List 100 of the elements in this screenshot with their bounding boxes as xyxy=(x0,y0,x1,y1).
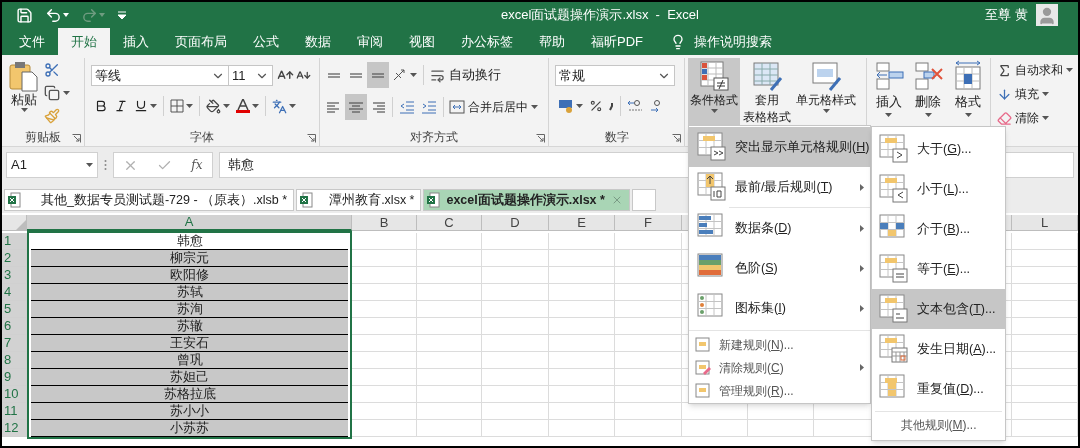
table-cell[interactable] xyxy=(1012,318,1078,335)
table-cell[interactable] xyxy=(682,420,748,437)
table-cell[interactable] xyxy=(615,250,682,267)
table-cell[interactable] xyxy=(417,250,482,267)
table-cell[interactable] xyxy=(352,335,417,352)
table-cell[interactable] xyxy=(549,352,615,369)
table-cell[interactable] xyxy=(615,267,682,284)
table-cell[interactable] xyxy=(417,301,482,318)
cells-button[interactable]: 插入 xyxy=(872,58,905,117)
column-header[interactable]: A xyxy=(27,215,352,231)
table-cell[interactable] xyxy=(352,250,417,267)
table-cell[interactable] xyxy=(482,352,549,369)
row-header[interactable]: 8 xyxy=(2,352,27,369)
table-cell[interactable] xyxy=(352,318,417,335)
menu-item[interactable]: 清除规则(C) xyxy=(689,356,870,379)
table-cell[interactable] xyxy=(417,335,482,352)
table-cell[interactable] xyxy=(482,369,549,386)
ribbon-tab[interactable]: 页面布局 xyxy=(162,28,240,55)
table-cell[interactable] xyxy=(482,301,549,318)
table-cell[interactable] xyxy=(615,233,682,250)
editing-button[interactable]: 填充 xyxy=(997,83,1049,105)
menu-item[interactable]: 发生日期(A)... xyxy=(872,329,1005,369)
merge-center-button[interactable]: 合并后居中 xyxy=(447,95,540,119)
table-cell[interactable] xyxy=(549,318,615,335)
horizontal-align-button[interactable] xyxy=(345,94,367,120)
table-cell[interactable] xyxy=(549,301,615,318)
workbook-tab[interactable]: 潭州教育.xlsx * xyxy=(296,189,422,211)
table-cell[interactable] xyxy=(549,267,615,284)
table-cell[interactable]: 欧阳修 xyxy=(31,267,348,284)
table-cell[interactable] xyxy=(615,352,682,369)
table-cell[interactable] xyxy=(549,233,615,250)
table-cell[interactable] xyxy=(549,250,615,267)
dialog-launcher-icon[interactable] xyxy=(72,134,81,143)
table-cell[interactable] xyxy=(615,369,682,386)
workbook-tab[interactable]: excel面试题操作演示.xlsx * xyxy=(423,189,630,211)
menu-item[interactable]: 管理规则(R)... xyxy=(689,379,870,402)
drag-handle-icon[interactable] xyxy=(104,159,107,171)
table-cell[interactable] xyxy=(549,420,615,437)
format-painter-icon[interactable] xyxy=(44,108,60,125)
ribbon-tab[interactable]: 办公标签 xyxy=(448,28,526,55)
menu-item[interactable]: 数据条(D) xyxy=(689,208,870,248)
column-header[interactable]: C xyxy=(417,215,482,231)
avatar[interactable] xyxy=(1036,4,1058,26)
dialog-launcher-icon[interactable] xyxy=(672,134,681,143)
menu-item[interactable]: 图标集(I) xyxy=(689,288,870,328)
dialog-launcher-icon[interactable] xyxy=(307,134,316,143)
row-header[interactable]: 5 xyxy=(2,301,27,318)
table-cell[interactable] xyxy=(1012,267,1078,284)
table-cell[interactable]: 曾巩 xyxy=(31,352,348,369)
menu-item[interactable]: 其他规则(M)... xyxy=(872,412,1005,438)
ribbon-tab[interactable]: 视图 xyxy=(396,28,448,55)
table-cell[interactable] xyxy=(482,335,549,352)
table-cell[interactable] xyxy=(482,233,549,250)
table-cell[interactable] xyxy=(482,403,549,420)
table-cell[interactable] xyxy=(1012,369,1078,386)
table-cell[interactable] xyxy=(352,386,417,403)
table-cell[interactable] xyxy=(417,403,482,420)
table-cell[interactable] xyxy=(482,267,549,284)
table-cell[interactable] xyxy=(482,284,549,301)
table-cell[interactable]: 苏格拉底 xyxy=(31,386,348,403)
table-cell[interactable]: 苏辙 xyxy=(31,318,348,335)
menu-item[interactable]: 突出显示单元格规则(H) xyxy=(689,127,870,167)
table-cell[interactable] xyxy=(615,403,682,420)
ribbon-tab[interactable]: 数据 xyxy=(292,28,344,55)
dialog-launcher-icon[interactable] xyxy=(536,134,545,143)
table-cell[interactable] xyxy=(482,386,549,403)
table-cell[interactable] xyxy=(482,250,549,267)
table-cell[interactable] xyxy=(352,352,417,369)
table-cell[interactable] xyxy=(352,267,417,284)
table-cell[interactable]: 小苏苏 xyxy=(31,420,348,437)
row-header[interactable]: 7 xyxy=(2,335,27,352)
table-cell[interactable] xyxy=(417,318,482,335)
cells-button[interactable]: 格式 xyxy=(952,58,985,117)
table-cell[interactable] xyxy=(417,233,482,250)
table-cell[interactable] xyxy=(549,369,615,386)
row-header[interactable]: 9 xyxy=(2,369,27,386)
row-header[interactable]: 12 xyxy=(2,420,27,437)
row-header[interactable]: 6 xyxy=(2,318,27,335)
table-cell[interactable] xyxy=(1012,403,1078,420)
table-cell[interactable] xyxy=(352,403,417,420)
ribbon-tab[interactable]: 插入 xyxy=(110,28,162,55)
column-header[interactable]: D xyxy=(482,215,549,231)
search-hint[interactable]: 操作说明搜索 xyxy=(694,31,772,52)
table-cell[interactable] xyxy=(549,335,615,352)
editing-button[interactable]: 清除 xyxy=(997,107,1049,129)
column-header[interactable]: E xyxy=(549,215,615,231)
table-cell[interactable] xyxy=(549,403,615,420)
ribbon-tab[interactable]: 审阅 xyxy=(344,28,396,55)
row-header[interactable]: 10 xyxy=(2,386,27,403)
table-cell[interactable] xyxy=(1012,352,1078,369)
workbook-tab[interactable]: 其他_数据专员测试题-729 - （原表）.xlsb * xyxy=(4,189,295,211)
cells-button[interactable]: 删除 xyxy=(912,58,945,117)
row-header[interactable]: 4 xyxy=(2,284,27,301)
table-cell[interactable] xyxy=(352,301,417,318)
table-cell[interactable] xyxy=(615,301,682,318)
table-cell[interactable] xyxy=(549,284,615,301)
menu-item[interactable]: 重复值(D)... xyxy=(872,369,1005,409)
table-cell[interactable] xyxy=(417,386,482,403)
ribbon-tab[interactable]: 文件 xyxy=(6,28,58,55)
table-cell[interactable] xyxy=(352,369,417,386)
